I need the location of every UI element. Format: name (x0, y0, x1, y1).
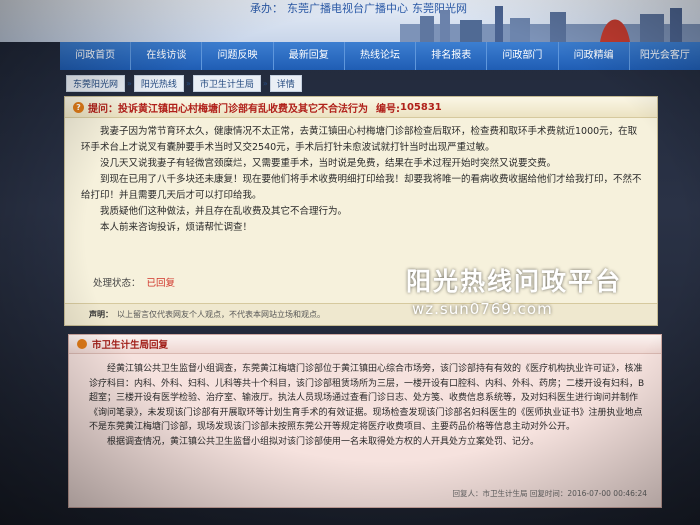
reply-panel: 市卫生计生局回复 经黄江镇公共卫生监督小组调查，东莞黄江梅塘门诊部位于黄江镇田心… (68, 334, 662, 508)
breadcrumb-separator: » (262, 78, 268, 88)
nav-forum[interactable]: 热线论坛 (345, 42, 417, 70)
city-skyline-icon (400, 6, 700, 42)
question-title: 投诉黄江镇田心村梅塘门诊部有乱收费及其它不合法行为 (118, 103, 368, 115)
breadcrumb-item-department[interactable]: 市卫生计生局 (192, 74, 261, 92)
question-body: 我妻子因为常节育环太久，健康情况不太正常，去黄江镇田心村梅塘门诊部检查后取环，检… (65, 118, 657, 236)
question-paragraph: 没几天又说我妻子有轻微宫颈糜烂，又需要重手术，当时说是免费，结果在手术过程开始时… (100, 158, 557, 169)
reply-body: 经黄江镇公共卫生监督小组调查，东莞黄江梅塘门诊部位于黄江镇田心综合市场旁，该门诊… (69, 354, 661, 449)
question-prefix: 提问： (88, 103, 118, 115)
reply-title: 市卫生计生局回复 (92, 340, 169, 351)
question-number-label: 编号: (376, 103, 400, 115)
question-paragraph: 到现在已用了八千多块还未康复！现在要他们将手术收费明细打印给我！却要我将唯一的看… (81, 174, 642, 201)
question-title-bar: ? 提问： 投诉黄江镇田心村梅塘门诊部有乱收费及其它不合法行为 编号: 1058… (65, 97, 657, 118)
nav-rankings[interactable]: 排名报表 (416, 42, 488, 70)
nav-latest-replies[interactable]: 最新回复 (274, 42, 345, 70)
nav-report-issue[interactable]: 问题反映 (202, 42, 274, 70)
disclaimer-text: 以上留言仅代表网友个人观点，不代表本网站立场和观点。 (117, 310, 325, 319)
reply-title-bar: 市卫生计生局回复 (69, 335, 661, 354)
reply-paragraph: 根据调查情况，黄江镇公共卫生监督小组拟对该门诊部使用一名未取得处方权的人开具处方… (107, 436, 540, 447)
tagline-prefix: 承办： (250, 2, 283, 15)
breadcrumb-separator: » (127, 78, 132, 88)
question-paragraph: 我质疑他们这种做法，并且存在乱收费及其它不合理行为。 (100, 206, 348, 217)
reply-paragraph: 经黄江镇公共卫生监督小组调查，东莞黄江梅塘门诊部位于黄江镇田心综合市场旁，该门诊… (89, 364, 645, 432)
tagline-org: 东莞广播电视台广播中心 (287, 2, 408, 15)
question-number: 105831 (400, 101, 442, 113)
status-label: 处理状态： (93, 278, 141, 289)
breadcrumb-item-home[interactable]: 东莞阳光网 (66, 74, 126, 92)
question-paragraph: 本人前来咨询投诉，烦请帮忙调查！ (100, 222, 253, 233)
nav-reception[interactable]: 阳光会客厅 (630, 42, 700, 70)
nav-selection[interactable]: 问政精编 (559, 42, 630, 70)
main-nav: 问政首页 在线访谈 问题反映 最新回复 热线论坛 排名报表 问政部门 问政精编 … (60, 42, 700, 70)
breadcrumb-separator: » (185, 78, 191, 88)
question-icon: ? (73, 101, 84, 113)
disclaimer: 声明： 以上留言仅代表网友个人观点，不代表本网站立场和观点。 (65, 303, 657, 325)
nav-interviews[interactable]: 在线访谈 (131, 42, 203, 70)
disclaimer-label: 声明： (89, 310, 113, 319)
question-paragraph: 我妻子因为常节育环太久，健康情况不太正常，去黄江镇田心村梅塘门诊部检查后取环，检… (81, 126, 638, 153)
nav-home[interactable]: 问政首页 (60, 42, 132, 70)
status-badge: 已回复 (146, 278, 176, 289)
breadcrumb: 东莞阳光网 » 阳光热线 » 市卫生计生局 » 详情 (66, 74, 304, 92)
reply-footer: 回复人：市卫生计生局 回复时间：2016-07-00 00:46:24 (452, 489, 647, 498)
status-row: 处理状态： 已回复 (93, 275, 175, 289)
reply-icon (77, 339, 87, 349)
breadcrumb-item-hotline[interactable]: 阳光热线 (133, 74, 184, 92)
watermark-url: wz.sun0769.com (412, 300, 553, 318)
nav-departments[interactable]: 问政部门 (487, 42, 559, 70)
breadcrumb-item-detail: 详情 (269, 74, 302, 92)
screen-photo: 承办： 东莞广播电视台广播中心东莞阳光网 问政首页 在线访谈 问题反映 最新回复 … (0, 0, 700, 525)
watermark-title: 阳光热线问政平台 (406, 267, 623, 296)
site-banner: 承办： 东莞广播电视台广播中心 东莞阳光网 (0, 0, 700, 42)
